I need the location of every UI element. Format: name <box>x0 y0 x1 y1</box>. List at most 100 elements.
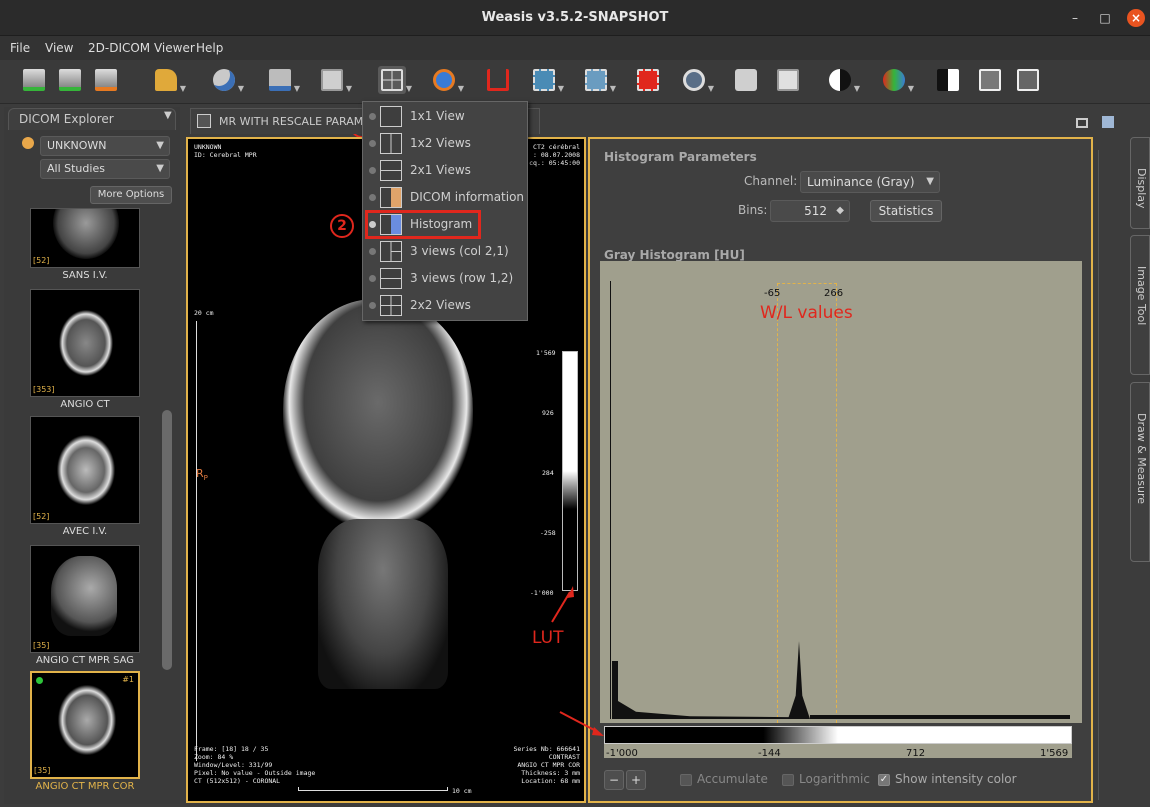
close-button[interactable]: × <box>1127 9 1145 27</box>
explorer-scrollbar[interactable] <box>162 410 172 670</box>
lut-button[interactable]: ▼ <box>826 66 860 94</box>
panel-menu-icon[interactable]: ▼ <box>164 110 172 121</box>
radio-icon <box>369 113 376 120</box>
layout-grid-icon <box>381 69 403 91</box>
overlay-top-left: UNKNOWN ID: Cerebral MPR <box>194 143 257 159</box>
menu-item-1x2[interactable]: 1x2 Views <box>363 130 529 157</box>
crop-button[interactable]: ▼ <box>582 66 616 94</box>
statistics-button[interactable]: Statistics <box>870 200 942 222</box>
series-count: [52] <box>33 512 50 521</box>
overlay-bottom-right: Series Nb: 666641 CONTRAST ANGIO CT MPR … <box>513 745 580 785</box>
patient-icon <box>22 137 34 149</box>
radio-icon <box>369 194 376 201</box>
presets-button[interactable] <box>1014 66 1042 94</box>
maximize-view-icon[interactable] <box>1076 118 1088 128</box>
import-cd-button[interactable] <box>56 66 84 94</box>
display-tab[interactable]: Display <box>1130 137 1150 229</box>
image-tool-tab[interactable]: Image Tool <box>1130 235 1150 375</box>
dicom-explorer-tab[interactable]: DICOM Explorer <box>8 108 176 130</box>
lut-tick: -1'000 <box>530 589 554 597</box>
studies-select[interactable]: All Studies ▼ <box>40 159 170 179</box>
menu-2d-dicom-viewer[interactable]: 2D-DICOM Viewer <box>88 36 195 60</box>
layout-grid-button[interactable]: ▼ <box>378 66 412 94</box>
axis-tick: 1'569 <box>1040 748 1069 759</box>
invert-button[interactable] <box>934 66 962 94</box>
menu-item-2x2[interactable]: 2x2 Views <box>363 292 529 319</box>
bins-label: Bins: <box>738 203 768 217</box>
wl-high-label: 266 <box>824 288 844 299</box>
axis-tick: -144 <box>758 748 781 759</box>
zoom-out-button[interactable]: − <box>604 770 624 790</box>
maximize-button[interactable]: □ <box>1096 9 1114 27</box>
series-thumbnail[interactable]: [52] <box>30 416 140 524</box>
menu-item-dicom-info[interactable]: DICOM information <box>363 184 529 211</box>
minimize-button[interactable]: – <box>1066 9 1084 27</box>
channel-select[interactable]: Luminance (Gray) ▼ <box>800 171 940 193</box>
overlay-top-right: CT2 cérébral : 08.07.2008 cq.: 05:45:00 <box>529 143 580 167</box>
zoom-button[interactable]: ▼ <box>680 66 714 94</box>
cine-button[interactable] <box>976 66 1004 94</box>
zoom-in-button[interactable]: + <box>626 770 646 790</box>
draw-measure-tab[interactable]: Draw & Measure <box>1130 382 1150 562</box>
accumulate-checkbox[interactable] <box>680 774 692 786</box>
menu-item-3views-row[interactable]: 3 views (row 1,2) <box>363 265 529 292</box>
splitter[interactable] <box>1098 150 1106 800</box>
menu-item-1x1[interactable]: 1x1 View <box>363 103 529 130</box>
filter-button[interactable]: ▼ <box>880 66 914 94</box>
histogram-bar <box>618 701 798 719</box>
logarithmic-checkbox[interactable] <box>782 774 794 786</box>
chevron-down-icon: ▼ <box>156 140 164 151</box>
delete-button[interactable] <box>634 66 662 94</box>
open-folder-button[interactable]: ▼ <box>266 66 300 94</box>
series-count: [35] <box>33 641 50 650</box>
export-dicom-button[interactable] <box>92 66 120 94</box>
print-button[interactable]: ▼ <box>318 66 352 94</box>
bins-spinner[interactable]: 512 ◆ <box>770 200 850 222</box>
series-thumbnail-selected[interactable]: #1 [35] <box>30 671 140 779</box>
copy-button[interactable] <box>774 66 802 94</box>
layout-2x1-icon <box>380 160 402 181</box>
import-dicom-button[interactable] <box>20 66 48 94</box>
scan-image <box>53 209 119 259</box>
dropdown-arrow-icon: ▼ <box>237 84 244 93</box>
radio-icon <box>369 140 376 147</box>
invert-icon <box>937 69 959 91</box>
select-area-button[interactable]: ▼ <box>530 66 564 94</box>
lut-tick: -258 <box>540 529 556 537</box>
scan-image <box>58 685 116 755</box>
series-label: ANGIO CT MPR COR <box>35 781 135 792</box>
series-thumbnail[interactable]: [35] <box>30 545 140 653</box>
series-label: ANGIO CT <box>60 399 110 410</box>
patient-select[interactable]: UNKNOWN ▼ <box>40 136 170 156</box>
detach-icon[interactable] <box>1102 116 1114 128</box>
intensity-color-checkbox[interactable]: ✓ <box>878 774 890 786</box>
export-icon <box>95 69 117 91</box>
dropdown-arrow-icon: ▼ <box>557 84 564 93</box>
reset-button[interactable] <box>484 66 512 94</box>
series-label: SANS I.V. <box>62 270 108 281</box>
menu-item-2x1[interactable]: 2x1 Views <box>363 157 529 184</box>
lut-icon <box>829 69 851 91</box>
channel-label: Channel: <box>744 174 798 188</box>
intensity-color-label: Show intensity color <box>895 772 1017 786</box>
accumulate-label: Accumulate <box>697 772 768 786</box>
menu-item-3views-col[interactable]: 3 views (col 2,1) <box>363 238 529 265</box>
chevron-down-icon: ▼ <box>156 163 164 174</box>
orientation-marker: RP <box>196 467 208 483</box>
series-thumbnail[interactable]: [52] <box>30 208 140 268</box>
synchronize-button[interactable]: ▼ <box>430 66 464 94</box>
copy-icon <box>777 69 799 91</box>
radio-icon <box>369 302 376 309</box>
lut-annotation: LUT <box>532 628 564 648</box>
screenshot-button[interactable] <box>732 66 760 94</box>
menu-help[interactable]: Help <box>196 36 223 60</box>
wl-window <box>777 283 837 723</box>
menu-file[interactable]: File <box>10 36 30 60</box>
radio-icon <box>369 248 376 255</box>
open-local-button[interactable]: ▼ <box>152 66 186 94</box>
menu-view[interactable]: View <box>45 36 73 60</box>
camera-icon <box>735 69 757 91</box>
more-options-button[interactable]: More Options <box>90 186 172 204</box>
series-thumbnail[interactable]: [353] <box>30 289 140 397</box>
open-search-button[interactable]: ▼ <box>210 66 244 94</box>
